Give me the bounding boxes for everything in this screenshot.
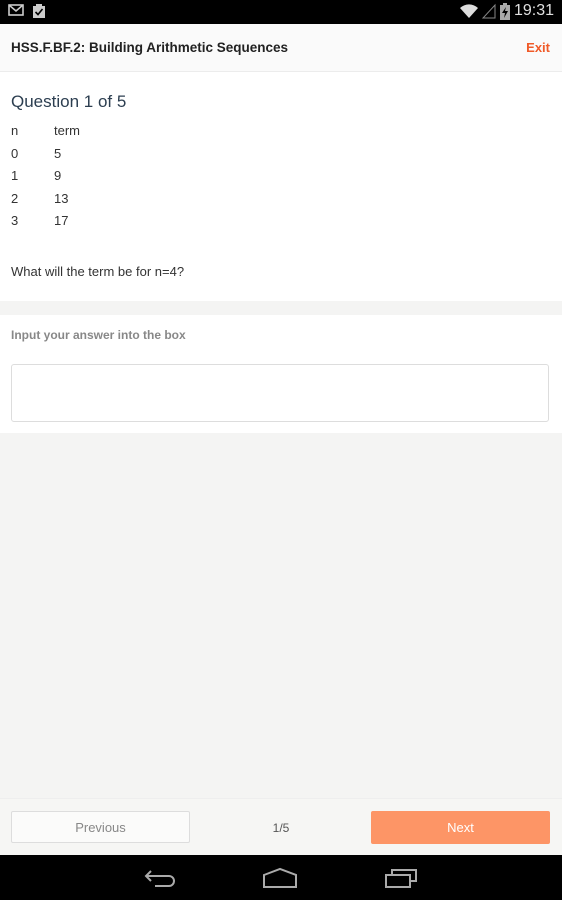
app-bar: HSS.F.BF.2: Building Arithmetic Sequence… (0, 24, 562, 72)
question-prompt: What will the term be for n=4? (11, 264, 185, 279)
table-row: 0 5 (11, 146, 80, 169)
question-title: Question 1 of 5 (11, 92, 127, 111)
cell-n: 1 (11, 168, 19, 183)
cell-n: 2 (11, 190, 19, 206)
home-icon[interactable] (262, 867, 298, 889)
exit-button[interactable]: Exit (526, 40, 550, 55)
header-n: n (11, 123, 19, 138)
header-term: term (54, 123, 80, 138)
table-header: n term (11, 123, 80, 146)
cell-term: 13 (54, 190, 69, 206)
cell-term: 17 (54, 213, 69, 228)
status-time: 19:31 (513, 2, 554, 19)
back-icon[interactable] (143, 868, 179, 888)
sequence-table: n term 0 5 1 9 2 13 3 17 (11, 123, 80, 236)
answer-label: Input your answer into the box (11, 328, 186, 342)
cell-signal-icon (481, 3, 496, 19)
system-nav-bar (0, 855, 562, 900)
cell-term: 5 (54, 145, 62, 161)
wifi-icon (459, 4, 478, 18)
cell-n: 0 (11, 145, 19, 161)
gmail-icon (8, 4, 24, 16)
next-button[interactable]: Next (371, 811, 550, 844)
cell-term: 9 (54, 168, 62, 183)
answer-input[interactable] (11, 364, 549, 422)
table-row: 2 13 (11, 191, 80, 214)
status-bar: 19:31 (0, 0, 562, 24)
table-row: 1 9 (11, 168, 80, 191)
question-card: Question 1 of 5 n term 0 5 1 9 2 13 3 17… (0, 72, 562, 301)
recent-apps-icon[interactable] (384, 867, 420, 889)
battery-charging-icon (499, 2, 510, 20)
app-title: HSS.F.BF.2: Building Arithmetic Sequence… (11, 40, 289, 55)
answer-card: Input your answer into the box (0, 315, 562, 433)
footer-nav: Previous 1/5 Next (0, 798, 562, 856)
clipboard-check-icon (33, 4, 45, 18)
cell-n: 3 (11, 213, 19, 228)
table-row: 3 17 (11, 213, 80, 236)
